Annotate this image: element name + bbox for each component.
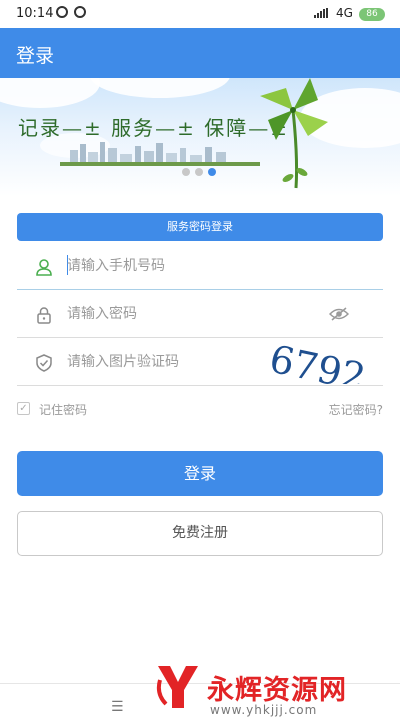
remember-row: ✓ 记住密码 忘记密码?	[17, 400, 383, 418]
network-type: 4G	[336, 6, 353, 20]
captcha-text: 6792	[266, 337, 370, 384]
register-button[interactable]: 免费注册	[17, 511, 383, 556]
login-button[interactable]: 登录	[17, 451, 383, 496]
captcha-image[interactable]: 6792	[263, 336, 383, 384]
user-icon	[36, 259, 52, 276]
lock-icon	[37, 307, 51, 324]
password-login-mode-button[interactable]: 服务密码登录	[17, 213, 383, 241]
password-input[interactable]	[67, 300, 297, 328]
notification-icon	[56, 6, 68, 18]
captcha-field: 6792	[17, 336, 383, 386]
page-title: 登录	[16, 45, 55, 67]
watermark-url: www.yhkjjj.com	[210, 703, 318, 717]
battery-level: 86	[359, 8, 385, 21]
carousel-dot[interactable]	[182, 168, 190, 176]
forgot-password-link[interactable]: 忘记密码?	[329, 401, 383, 418]
cloud-decoration	[90, 78, 230, 98]
app-bar: 登录	[0, 28, 400, 78]
pinwheel-image	[260, 78, 328, 189]
carousel-dot-active[interactable]	[208, 168, 216, 176]
city-skyline-image	[60, 142, 260, 166]
eye-icon[interactable]	[329, 306, 349, 322]
shield-check-icon	[36, 354, 52, 372]
status-time: 10:14	[16, 6, 54, 21]
cloud-decoration	[0, 78, 100, 108]
notification-icon-2	[74, 6, 86, 18]
watermark-brand: 永辉资源网	[207, 675, 347, 706]
status-bar: 10:14 4G 86	[0, 0, 400, 28]
phone-input[interactable]	[67, 252, 297, 280]
banner-carousel[interactable]: 记录—± 服务—± 保障—±	[0, 78, 400, 196]
remember-checkbox[interactable]: ✓	[17, 402, 30, 415]
signal-icon	[314, 8, 328, 18]
password-field	[17, 290, 383, 338]
watermark-logo-icon	[156, 666, 198, 708]
carousel-indicator	[182, 161, 221, 180]
field-divider	[17, 385, 383, 386]
phone-field	[17, 242, 383, 290]
remember-label[interactable]: 记住密码	[39, 401, 87, 418]
carousel-dot[interactable]	[195, 168, 203, 176]
menu-icon[interactable]: ☰	[111, 699, 124, 715]
